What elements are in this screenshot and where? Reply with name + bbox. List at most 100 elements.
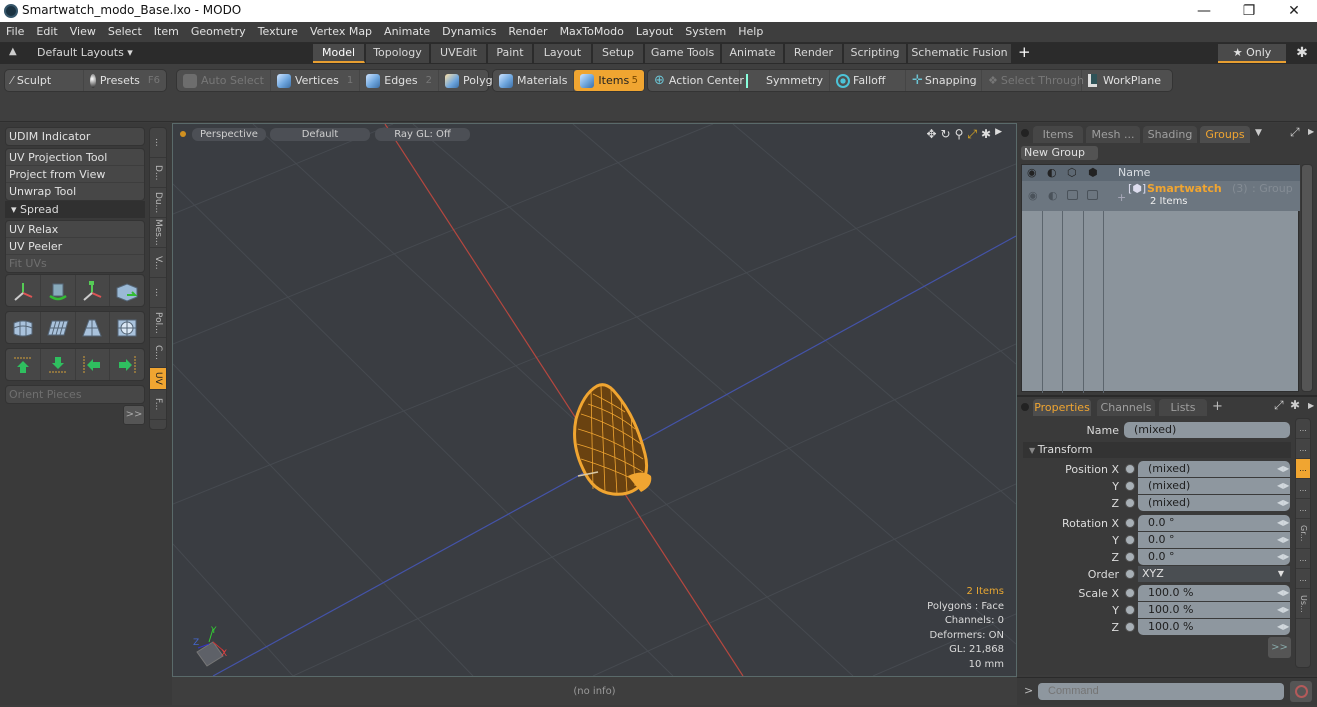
animate-keyframe-dot-icon[interactable] <box>1125 552 1135 562</box>
value-drag-arrows-icon[interactable]: ◀▶ <box>1277 588 1289 597</box>
visibility-column-eye-icon[interactable]: ◉ <box>1027 166 1037 179</box>
select-column-icon[interactable]: ⬢ <box>1088 166 1098 179</box>
tab-animate[interactable]: Animate <box>722 44 784 63</box>
orient-pieces-button[interactable]: Orient Pieces <box>6 386 144 403</box>
viewport-menu-arrow-icon[interactable]: ▶ <box>995 127 1002 142</box>
uv-transform-tool-icon[interactable] <box>110 275 144 306</box>
edges-button[interactable]: Edges 2 <box>360 70 440 91</box>
properties-maximize-icon[interactable]: ⤢ <box>1274 398 1284 413</box>
uv-planar-projection-icon[interactable] <box>41 312 76 343</box>
menu-vertex-map[interactable]: Vertex Map <box>304 22 378 38</box>
position-z-field[interactable]: (mixed) <box>1138 495 1290 511</box>
tab-topology[interactable]: Topology <box>366 44 430 63</box>
value-drag-arrows-icon[interactable]: ◀▶ <box>1277 535 1289 544</box>
tab-scripting[interactable]: Scripting <box>844 44 907 63</box>
menu-help[interactable]: Help <box>732 22 769 38</box>
vtab-1[interactable]: ... <box>150 128 166 158</box>
menu-file[interactable]: File <box>0 22 30 38</box>
restore-button[interactable]: ❐ <box>1226 1 1272 21</box>
position-y-field[interactable]: (mixed) <box>1138 478 1290 494</box>
materials-button[interactable]: Materials <box>493 70 575 91</box>
tab-render[interactable]: Render <box>785 44 843 63</box>
vtab-vertex[interactable]: V... <box>150 248 166 278</box>
scale-z-field[interactable]: 100.0 % <box>1138 619 1290 635</box>
rotation-z-field[interactable]: 0.0 ° <box>1138 549 1290 565</box>
uv-align-right-icon[interactable] <box>110 349 144 380</box>
order-keyframe-dot-icon[interactable] <box>1125 569 1135 579</box>
smartwatch-wireframe[interactable] <box>573 383 652 496</box>
record-macro-button[interactable] <box>1290 681 1312 702</box>
menu-render[interactable]: Render <box>502 22 553 38</box>
menu-animate[interactable]: Animate <box>378 22 436 38</box>
uv-align-top-icon[interactable] <box>6 349 41 380</box>
uv-perspective-projection-icon[interactable] <box>76 312 111 343</box>
tab-schematic-fusion[interactable]: Schematic Fusion <box>908 44 1012 63</box>
tab-shading[interactable]: Shading <box>1143 126 1197 143</box>
menu-item[interactable]: Item <box>148 22 185 38</box>
view-type-dropdown[interactable]: Perspective <box>192 128 266 141</box>
uv-box-projection-icon[interactable] <box>110 312 144 343</box>
ray-gl-toggle[interactable]: Ray GL: Off <box>375 128 470 141</box>
properties-options-icon[interactable] <box>1021 403 1029 411</box>
value-drag-arrows-icon[interactable]: ◀▶ <box>1277 518 1289 527</box>
panel-options-icon[interactable] <box>1021 129 1029 137</box>
zoom-icon[interactable]: ⚲ <box>955 127 964 142</box>
rvtab-1[interactable]: ... <box>1296 419 1310 439</box>
menu-maxtomodo[interactable]: MaxToModo <box>554 22 630 38</box>
tab-properties[interactable]: Properties <box>1033 399 1091 416</box>
animate-keyframe-dot-icon[interactable] <box>1125 498 1135 508</box>
expand-properties-button[interactable]: >> <box>1268 637 1291 658</box>
vtab-mesh-edit[interactable]: Mes... <box>150 218 166 248</box>
tab-setup[interactable]: Setup <box>593 44 644 63</box>
viewport-settings-gear-icon[interactable]: ✱ <box>981 127 991 142</box>
select-through-button[interactable]: ❖ Select Through <box>982 70 1084 91</box>
tab-lists[interactable]: Lists <box>1159 399 1207 416</box>
row-render-icon[interactable]: ◐ <box>1048 189 1058 202</box>
command-input[interactable] <box>1038 683 1284 700</box>
maximize-icon[interactable]: ⤢ <box>967 127 977 142</box>
panel-maximize-icon[interactable]: ⤢ <box>1290 125 1300 140</box>
properties-menu-arrow-icon[interactable]: ▶ <box>1308 401 1314 410</box>
items-button[interactable]: Items 5 <box>574 70 644 91</box>
rotation-y-field[interactable]: 0.0 ° <box>1138 532 1290 548</box>
vtab-polygon[interactable]: Pol... <box>150 308 166 338</box>
new-group-button[interactable]: New Group <box>1021 146 1098 160</box>
rvtab-groups[interactable]: Gr... <box>1296 519 1310 549</box>
scale-x-field[interactable]: 100.0 % <box>1138 585 1290 601</box>
name-field[interactable]: (mixed) <box>1124 422 1290 438</box>
vtab-uv[interactable]: UV <box>150 368 166 390</box>
rotation-order-dropdown[interactable]: XYZ ▼ <box>1138 566 1290 582</box>
tab-groups[interactable]: Groups <box>1200 126 1250 143</box>
expand-row-icon[interactable]: + <box>1117 191 1126 204</box>
value-drag-arrows-icon[interactable]: ◀▶ <box>1277 481 1289 490</box>
rvtab-7[interactable]: ... <box>1296 549 1310 569</box>
udim-indicator-button[interactable]: UDIM Indicator <box>6 128 144 145</box>
rotation-x-field[interactable]: 0.0 ° <box>1138 515 1290 531</box>
animate-keyframe-dot-icon[interactable] <box>1125 518 1135 528</box>
tab-paint[interactable]: Paint <box>488 44 533 63</box>
animate-keyframe-dot-icon[interactable] <box>1125 481 1135 491</box>
symmetry-button[interactable]: Symmetry <box>740 70 830 91</box>
add-layout-tab-button[interactable]: + <box>1018 43 1031 61</box>
value-drag-arrows-icon[interactable]: ◀▶ <box>1277 605 1289 614</box>
layout-settings-gear-icon[interactable]: ✱ <box>1290 44 1314 63</box>
rvtab-user[interactable]: Us... <box>1296 589 1310 619</box>
vertices-button[interactable]: Vertices 1 <box>271 70 361 91</box>
close-button[interactable]: ✕ <box>1271 1 1317 21</box>
menu-view[interactable]: View <box>64 22 102 38</box>
tab-game-tools[interactable]: Game Tools <box>645 44 721 63</box>
uv-cylinder-projection-icon[interactable] <box>6 312 41 343</box>
unwrap-tool-button[interactable]: Unwrap Tool <box>6 183 144 200</box>
uv-peeler-button[interactable]: UV Peeler <box>6 238 144 255</box>
menu-texture[interactable]: Texture <box>252 22 304 38</box>
animate-keyframe-dot-icon[interactable] <box>1125 535 1135 545</box>
pan-icon[interactable]: ✥ <box>926 127 936 142</box>
viewport-options-dot-icon[interactable] <box>180 131 186 137</box>
falloff-button[interactable]: Falloff <box>830 70 906 91</box>
tab-uvedit[interactable]: UVEdit <box>431 44 487 63</box>
auto-select-button[interactable]: Auto Select <box>177 70 271 91</box>
menu-geometry[interactable]: Geometry <box>185 22 252 38</box>
add-tab-button[interactable]: + <box>1212 399 1223 414</box>
vtab-duplicate[interactable]: Du... <box>150 188 166 218</box>
uv-move-tool-icon[interactable] <box>6 275 41 306</box>
